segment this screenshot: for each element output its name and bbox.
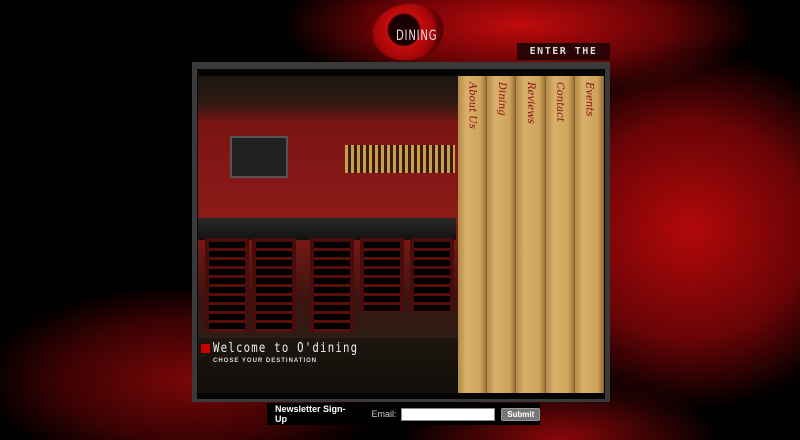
- tab-label: Contact: [554, 82, 566, 122]
- email-label: Email:: [371, 409, 397, 419]
- tab-dining[interactable]: Dining: [487, 76, 517, 393]
- tab-about-us[interactable]: About Us: [458, 76, 488, 393]
- newsletter-bar: Newsletter Sign-Up Email: Submit: [267, 403, 540, 425]
- caption-marker: [201, 344, 210, 353]
- submit-button[interactable]: Submit: [501, 407, 540, 421]
- tab-label: About Us: [466, 82, 478, 129]
- photo-bar-counter: [198, 218, 456, 240]
- photo-stool: [205, 238, 249, 332]
- photo-tv: [230, 136, 288, 178]
- tab-label: Events: [583, 82, 595, 117]
- welcome-title: Welcome to O'dining: [213, 341, 359, 356]
- enter-lounge-link[interactable]: ENTER THE LOUNGE: [517, 43, 610, 74]
- photo-stool: [410, 238, 454, 312]
- photo-stool: [252, 238, 296, 332]
- photo-stool: [310, 238, 354, 332]
- email-input[interactable]: [401, 407, 496, 421]
- tab-label: Reviews: [525, 82, 536, 124]
- tab-label: Dining: [495, 82, 507, 116]
- tab-events[interactable]: Events: [574, 76, 605, 393]
- photo-bottle-shelf: [345, 145, 455, 173]
- logo-text: DINING: [396, 28, 438, 44]
- photo-stool: [360, 238, 404, 312]
- tab-contact[interactable]: Contact: [545, 76, 575, 393]
- newsletter-label: Newsletter Sign-Up: [275, 404, 346, 424]
- tab-reviews[interactable]: Reviews: [516, 76, 546, 393]
- nav-tabs: About Us Dining Reviews Contact Events: [458, 76, 605, 393]
- welcome-subtitle: CHOSE YOUR DESTINATION: [213, 358, 318, 364]
